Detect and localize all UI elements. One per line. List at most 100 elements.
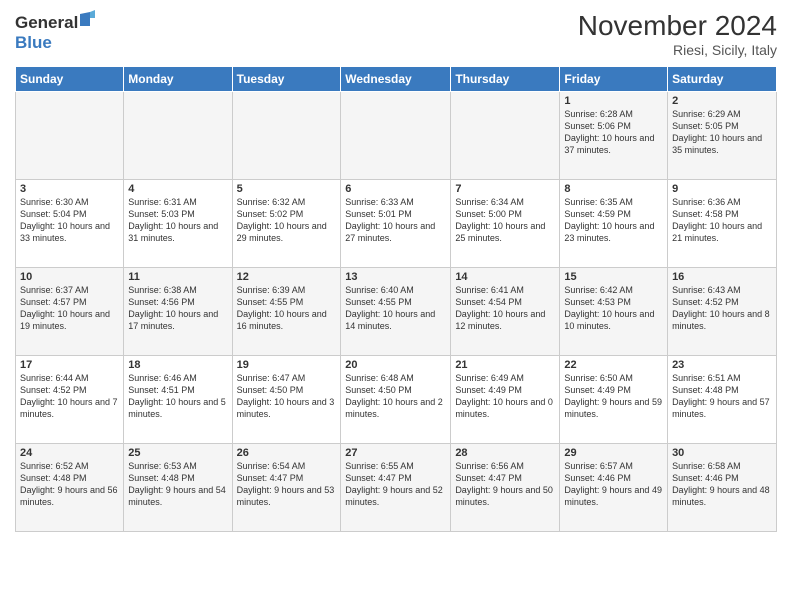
day-info: Sunrise: 6:39 AM Sunset: 4:55 PM Dayligh… [237, 284, 337, 333]
day-info: Sunrise: 6:31 AM Sunset: 5:03 PM Dayligh… [128, 196, 227, 245]
day-info: Sunrise: 6:33 AM Sunset: 5:01 PM Dayligh… [345, 196, 446, 245]
calendar-cell: 4Sunrise: 6:31 AM Sunset: 5:03 PM Daylig… [124, 180, 232, 268]
title-block: November 2024 Riesi, Sicily, Italy [578, 10, 777, 58]
calendar-cell: 6Sunrise: 6:33 AM Sunset: 5:01 PM Daylig… [341, 180, 451, 268]
day-info: Sunrise: 6:37 AM Sunset: 4:57 PM Dayligh… [20, 284, 119, 333]
day-number: 28 [455, 447, 555, 459]
day-info: Sunrise: 6:43 AM Sunset: 4:52 PM Dayligh… [672, 284, 772, 333]
calendar-cell [451, 92, 560, 180]
calendar-cell: 24Sunrise: 6:52 AM Sunset: 4:48 PM Dayli… [16, 444, 124, 532]
day-info: Sunrise: 6:36 AM Sunset: 4:58 PM Dayligh… [672, 196, 772, 245]
day-number: 9 [672, 183, 772, 195]
day-info: Sunrise: 6:41 AM Sunset: 4:54 PM Dayligh… [455, 284, 555, 333]
day-number: 14 [455, 271, 555, 283]
day-number: 27 [345, 447, 446, 459]
calendar-cell: 23Sunrise: 6:51 AM Sunset: 4:48 PM Dayli… [668, 356, 777, 444]
col-header-sunday: Sunday [16, 67, 124, 92]
calendar-cell: 1Sunrise: 6:28 AM Sunset: 5:06 PM Daylig… [560, 92, 668, 180]
day-info: Sunrise: 6:51 AM Sunset: 4:48 PM Dayligh… [672, 372, 772, 421]
day-number: 5 [237, 183, 337, 195]
logo: GeneralBlue [15, 10, 95, 54]
day-info: Sunrise: 6:53 AM Sunset: 4:48 PM Dayligh… [128, 460, 227, 509]
day-number: 4 [128, 183, 227, 195]
day-number: 26 [237, 447, 337, 459]
calendar-cell: 2Sunrise: 6:29 AM Sunset: 5:05 PM Daylig… [668, 92, 777, 180]
calendar-cell: 16Sunrise: 6:43 AM Sunset: 4:52 PM Dayli… [668, 268, 777, 356]
page: GeneralBlue November 2024 Riesi, Sicily,… [0, 0, 792, 612]
logo-svg: GeneralBlue [15, 10, 95, 54]
calendar-cell [232, 92, 341, 180]
day-info: Sunrise: 6:50 AM Sunset: 4:49 PM Dayligh… [564, 372, 663, 421]
calendar-cell: 22Sunrise: 6:50 AM Sunset: 4:49 PM Dayli… [560, 356, 668, 444]
col-header-thursday: Thursday [451, 67, 560, 92]
day-info: Sunrise: 6:58 AM Sunset: 4:46 PM Dayligh… [672, 460, 772, 509]
day-number: 15 [564, 271, 663, 283]
day-info: Sunrise: 6:55 AM Sunset: 4:47 PM Dayligh… [345, 460, 446, 509]
calendar-cell: 5Sunrise: 6:32 AM Sunset: 5:02 PM Daylig… [232, 180, 341, 268]
calendar-cell: 14Sunrise: 6:41 AM Sunset: 4:54 PM Dayli… [451, 268, 560, 356]
calendar-week-5: 24Sunrise: 6:52 AM Sunset: 4:48 PM Dayli… [16, 444, 777, 532]
calendar-cell: 17Sunrise: 6:44 AM Sunset: 4:52 PM Dayli… [16, 356, 124, 444]
calendar-header-row: SundayMondayTuesdayWednesdayThursdayFrid… [16, 67, 777, 92]
day-number: 22 [564, 359, 663, 371]
day-info: Sunrise: 6:29 AM Sunset: 5:05 PM Dayligh… [672, 108, 772, 157]
col-header-tuesday: Tuesday [232, 67, 341, 92]
calendar-cell: 9Sunrise: 6:36 AM Sunset: 4:58 PM Daylig… [668, 180, 777, 268]
day-info: Sunrise: 6:47 AM Sunset: 4:50 PM Dayligh… [237, 372, 337, 421]
day-number: 20 [345, 359, 446, 371]
day-number: 11 [128, 271, 227, 283]
calendar-cell: 7Sunrise: 6:34 AM Sunset: 5:00 PM Daylig… [451, 180, 560, 268]
calendar-cell: 10Sunrise: 6:37 AM Sunset: 4:57 PM Dayli… [16, 268, 124, 356]
col-header-saturday: Saturday [668, 67, 777, 92]
calendar-cell [124, 92, 232, 180]
day-number: 25 [128, 447, 227, 459]
calendar-cell: 19Sunrise: 6:47 AM Sunset: 4:50 PM Dayli… [232, 356, 341, 444]
calendar-week-2: 3Sunrise: 6:30 AM Sunset: 5:04 PM Daylig… [16, 180, 777, 268]
location: Riesi, Sicily, Italy [578, 42, 777, 58]
calendar-cell: 12Sunrise: 6:39 AM Sunset: 4:55 PM Dayli… [232, 268, 341, 356]
day-number: 13 [345, 271, 446, 283]
day-info: Sunrise: 6:44 AM Sunset: 4:52 PM Dayligh… [20, 372, 119, 421]
day-number: 16 [672, 271, 772, 283]
calendar-week-1: 1Sunrise: 6:28 AM Sunset: 5:06 PM Daylig… [16, 92, 777, 180]
col-header-monday: Monday [124, 67, 232, 92]
day-info: Sunrise: 6:56 AM Sunset: 4:47 PM Dayligh… [455, 460, 555, 509]
day-number: 18 [128, 359, 227, 371]
day-info: Sunrise: 6:35 AM Sunset: 4:59 PM Dayligh… [564, 196, 663, 245]
day-number: 19 [237, 359, 337, 371]
calendar: SundayMondayTuesdayWednesdayThursdayFrid… [15, 66, 777, 532]
calendar-cell: 28Sunrise: 6:56 AM Sunset: 4:47 PM Dayli… [451, 444, 560, 532]
day-number: 30 [672, 447, 772, 459]
day-number: 6 [345, 183, 446, 195]
day-number: 2 [672, 95, 772, 107]
calendar-cell: 27Sunrise: 6:55 AM Sunset: 4:47 PM Dayli… [341, 444, 451, 532]
calendar-week-4: 17Sunrise: 6:44 AM Sunset: 4:52 PM Dayli… [16, 356, 777, 444]
day-info: Sunrise: 6:52 AM Sunset: 4:48 PM Dayligh… [20, 460, 119, 509]
calendar-cell: 15Sunrise: 6:42 AM Sunset: 4:53 PM Dayli… [560, 268, 668, 356]
day-number: 29 [564, 447, 663, 459]
svg-text:General: General [15, 13, 78, 32]
svg-text:Blue: Blue [15, 33, 52, 52]
calendar-cell: 20Sunrise: 6:48 AM Sunset: 4:50 PM Dayli… [341, 356, 451, 444]
header: GeneralBlue November 2024 Riesi, Sicily,… [15, 10, 777, 58]
day-number: 17 [20, 359, 119, 371]
calendar-cell: 18Sunrise: 6:46 AM Sunset: 4:51 PM Dayli… [124, 356, 232, 444]
calendar-cell: 3Sunrise: 6:30 AM Sunset: 5:04 PM Daylig… [16, 180, 124, 268]
day-info: Sunrise: 6:32 AM Sunset: 5:02 PM Dayligh… [237, 196, 337, 245]
calendar-cell: 11Sunrise: 6:38 AM Sunset: 4:56 PM Dayli… [124, 268, 232, 356]
calendar-cell: 25Sunrise: 6:53 AM Sunset: 4:48 PM Dayli… [124, 444, 232, 532]
day-number: 8 [564, 183, 663, 195]
calendar-cell [16, 92, 124, 180]
day-number: 1 [564, 95, 663, 107]
col-header-wednesday: Wednesday [341, 67, 451, 92]
day-info: Sunrise: 6:48 AM Sunset: 4:50 PM Dayligh… [345, 372, 446, 421]
day-number: 24 [20, 447, 119, 459]
calendar-cell [341, 92, 451, 180]
day-info: Sunrise: 6:34 AM Sunset: 5:00 PM Dayligh… [455, 196, 555, 245]
day-info: Sunrise: 6:54 AM Sunset: 4:47 PM Dayligh… [237, 460, 337, 509]
day-info: Sunrise: 6:28 AM Sunset: 5:06 PM Dayligh… [564, 108, 663, 157]
calendar-cell: 30Sunrise: 6:58 AM Sunset: 4:46 PM Dayli… [668, 444, 777, 532]
calendar-week-3: 10Sunrise: 6:37 AM Sunset: 4:57 PM Dayli… [16, 268, 777, 356]
day-number: 10 [20, 271, 119, 283]
day-number: 23 [672, 359, 772, 371]
